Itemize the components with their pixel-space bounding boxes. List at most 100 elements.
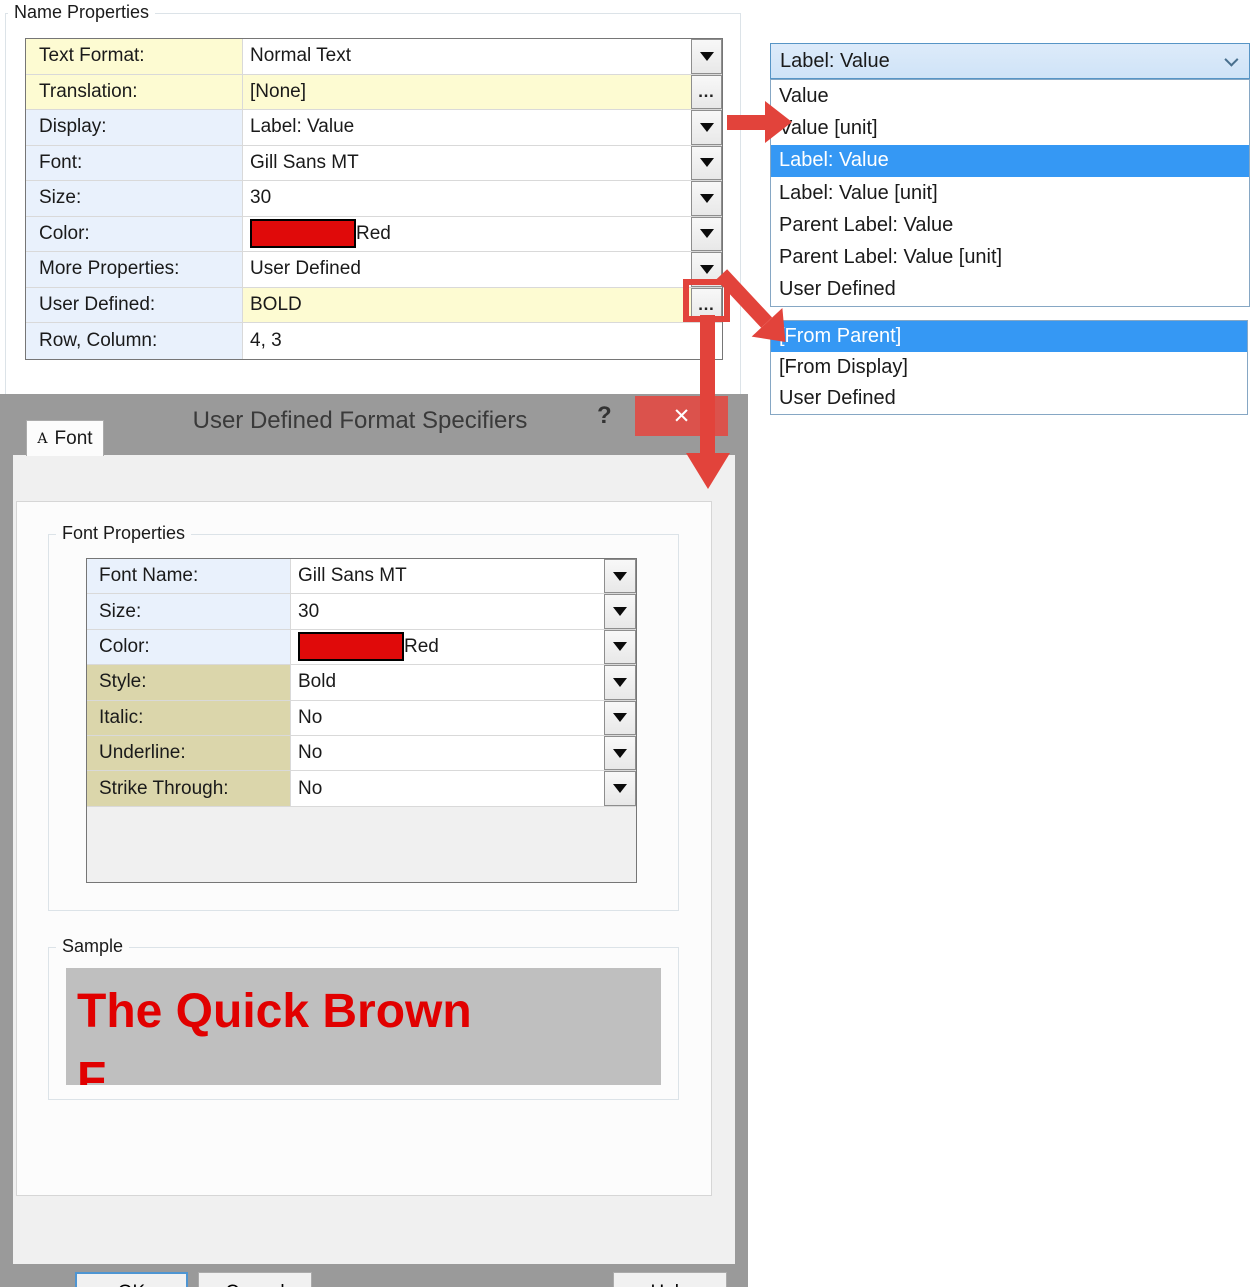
sample-preview: The Quick Brown F — [66, 968, 661, 1085]
dropdown-arrow-icon — [613, 677, 627, 687]
help-icon[interactable]: ? — [597, 402, 612, 430]
dropdown-arrow-icon — [613, 571, 627, 581]
style-dropdown-button[interactable] — [604, 665, 636, 700]
table-row: Font: Gill Sans MT — [26, 145, 722, 181]
table-row: Text Format: Normal Text — [26, 39, 722, 75]
help-button[interactable]: Help — [613, 1272, 727, 1287]
list-item[interactable]: Value [unit] — [771, 112, 1249, 144]
row-label: Row, Column: — [26, 323, 243, 359]
underline-dropdown-button[interactable] — [604, 735, 636, 771]
table-row: User Defined: BOLD … — [26, 287, 722, 323]
text-format-dropdown-button[interactable] — [691, 39, 722, 74]
dialog-body: A Font Font Properties Font Name: Gill S… — [13, 420, 735, 1287]
dropdown-arrow-icon — [699, 193, 714, 203]
name-properties-title: Name Properties — [8, 2, 156, 23]
annotation-arrowhead-down-icon — [686, 453, 730, 489]
row-value: Red — [291, 629, 604, 665]
table-row: More Properties: User Defined — [26, 252, 722, 288]
row-label: User Defined: — [26, 287, 243, 322]
row-value: [None] — [243, 74, 691, 109]
cancel-button[interactable]: Cancel — [198, 1272, 312, 1287]
row-value: 30 — [243, 181, 691, 216]
strike-through-dropdown-button[interactable] — [604, 771, 636, 806]
size-dropdown-button[interactable] — [604, 594, 636, 629]
table-row: Display: Label: Value — [26, 110, 722, 146]
row-value: No — [291, 735, 604, 771]
table-row: Translation: [None] … — [26, 74, 722, 110]
row-label: Color: — [26, 216, 243, 251]
annotation-arrow-user-defined — [700, 315, 715, 455]
display-dropdown-button[interactable] — [691, 110, 722, 145]
row-label: Underline: — [87, 735, 291, 771]
list-item[interactable]: [From Display] — [771, 352, 1247, 383]
display-dropdown-list: Value Value [unit] Label: Value Label: V… — [770, 79, 1250, 308]
ok-button[interactable]: OK — [75, 1272, 188, 1287]
row-label: Color: — [87, 629, 291, 665]
list-item[interactable]: Parent Label: Value [unit] — [771, 241, 1249, 273]
list-item[interactable]: Label: Value [unit] — [771, 177, 1249, 209]
row-label: Font: — [26, 145, 243, 180]
size-dropdown-button[interactable] — [691, 181, 722, 216]
row-label: More Properties: — [26, 252, 243, 287]
dropdown-arrow-icon — [699, 122, 714, 132]
table-row: Style: Bold — [87, 665, 636, 701]
table-row: Color: Red — [26, 216, 722, 252]
row-value: Bold — [291, 665, 604, 700]
row-label: Strike Through: — [87, 771, 291, 806]
row-label: Size: — [26, 181, 243, 216]
color-dropdown-button[interactable] — [691, 216, 722, 251]
user-defined-format-dialog: User Defined Format Specifiers ? ✕ A Fon… — [0, 394, 748, 1287]
ellipsis-icon: … — [697, 81, 716, 101]
row-label: Font Name: — [87, 559, 291, 594]
row-value: Label: Value — [243, 110, 691, 145]
sample-title: Sample — [56, 936, 130, 957]
dropdown-arrow-icon — [613, 784, 627, 794]
row-value: Normal Text — [243, 39, 691, 74]
list-item-selected[interactable]: [From Parent] — [771, 321, 1247, 352]
annotation-arrow-display — [727, 115, 767, 130]
list-item-selected[interactable]: Label: Value — [771, 144, 1249, 177]
sample-text-line2: F — [77, 1053, 107, 1085]
translation-ellipsis-button[interactable]: … — [691, 74, 722, 109]
italic-dropdown-button[interactable] — [604, 700, 636, 735]
tab-font[interactable]: A Font — [26, 420, 104, 456]
color-name: Red — [404, 635, 439, 657]
dropdown-arrow-icon — [699, 51, 714, 61]
row-label: Display: — [26, 110, 243, 145]
table-row: Underline: No — [87, 735, 636, 772]
close-icon: ✕ — [672, 404, 691, 428]
annotation-arrowhead-right-icon — [765, 101, 792, 143]
dropdown-arrow-icon — [699, 158, 714, 168]
dialog-title: User Defined Format Specifiers — [192, 407, 528, 434]
row-value: BOLD — [243, 287, 691, 322]
font-name-dropdown-button[interactable] — [604, 559, 636, 594]
dropdown-arrow-icon — [613, 642, 627, 652]
list-item[interactable]: Parent Label: Value — [771, 209, 1249, 241]
list-item[interactable]: User Defined — [771, 383, 1247, 414]
display-combo-header[interactable]: Label: Value — [770, 43, 1250, 79]
table-row: Size: 30 — [87, 594, 636, 630]
table-row: Font Name: Gill Sans MT — [87, 559, 636, 595]
tab-label: Font — [54, 427, 93, 449]
dropdown-arrow-icon — [613, 607, 627, 617]
sample-text-line1: The Quick Brown — [77, 985, 472, 1038]
row-label: Translation: — [26, 74, 243, 109]
font-letter-icon: A — [37, 430, 48, 447]
table-row: Row, Column: 4, 3 — [26, 323, 722, 359]
color-dropdown-button[interactable] — [604, 629, 636, 665]
dropdown-arrow-icon — [699, 264, 714, 274]
list-item[interactable]: User Defined — [771, 274, 1249, 306]
row-value: Gill Sans MT — [291, 559, 604, 594]
row-value: Red — [243, 216, 691, 251]
table-row: Size: 30 — [26, 181, 722, 217]
list-item[interactable]: Value — [771, 80, 1249, 112]
color-name: Red — [356, 222, 391, 244]
row-value: User Defined — [243, 252, 691, 287]
row-value: Gill Sans MT — [243, 145, 691, 180]
row-label: Style: — [87, 665, 291, 700]
font-dropdown-button[interactable] — [691, 145, 722, 180]
more-properties-dropdown-list: [From Parent] [From Display] User Define… — [770, 320, 1248, 415]
chevron-down-icon — [1224, 52, 1239, 67]
row-label: Size: — [87, 594, 291, 629]
row-value: 4, 3 — [243, 323, 691, 359]
